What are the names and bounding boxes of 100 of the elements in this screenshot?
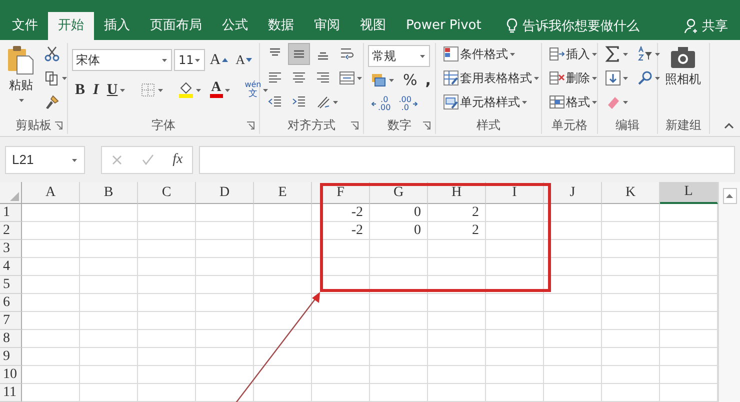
- row-header[interactable]: 11: [0, 384, 22, 402]
- empty-cell: [486, 366, 544, 384]
- collapse-ribbon-button[interactable]: [724, 122, 734, 130]
- increase-font-size-button[interactable]: A: [206, 49, 231, 71]
- empty-cell: [138, 330, 196, 348]
- row-header[interactable]: 4: [0, 258, 22, 276]
- row-header[interactable]: 5: [0, 276, 22, 294]
- color-bar-icon: [210, 94, 223, 98]
- column-header[interactable]: B: [80, 182, 138, 204]
- font-name-dropdown[interactable]: 宋体: [72, 49, 172, 71]
- dialog-launcher-icon: [422, 121, 431, 130]
- empty-cell: [602, 258, 660, 276]
- ribbon-tab[interactable]: 文件: [2, 12, 48, 40]
- row-header[interactable]: 6: [0, 294, 22, 312]
- cells-menu-button[interactable]: 插入: [546, 43, 601, 65]
- caret-icon: [61, 74, 68, 82]
- empty-cell: [602, 240, 660, 258]
- slanted-text-icon: [315, 94, 331, 110]
- table-cell: 0: [370, 222, 428, 240]
- caret-icon: [332, 98, 339, 106]
- insert-function-button[interactable]: fx: [170, 148, 186, 170]
- column-header[interactable]: K: [602, 182, 660, 204]
- bold-button[interactable]: B: [72, 79, 88, 101]
- cells-menu-button[interactable]: 格式: [546, 91, 601, 113]
- ribbon-tab[interactable]: 审阅: [304, 12, 350, 40]
- cells-menu-button[interactable]: 删除: [546, 67, 601, 89]
- empty-cell: [80, 312, 138, 330]
- tell-me-search[interactable]: 告诉我你想要做什么: [499, 12, 646, 40]
- ribbon-tab[interactable]: Power Pivot: [396, 12, 492, 40]
- column-header[interactable]: C: [138, 182, 196, 204]
- select-all-icon: [10, 192, 19, 201]
- empty-cell: [602, 204, 660, 222]
- empty-cell: [254, 204, 312, 222]
- empty-cell: [544, 312, 602, 330]
- row-header[interactable]: 10: [0, 366, 22, 384]
- style-menu-button[interactable]: 套用表格格式: [440, 67, 543, 89]
- row-header[interactable]: 9: [0, 348, 22, 366]
- column-header[interactable]: A: [22, 182, 80, 204]
- share-button[interactable]: 共享: [678, 12, 734, 40]
- empty-cell: [486, 384, 544, 402]
- empty-cell: [196, 366, 254, 384]
- empty-cell: [486, 348, 544, 366]
- ribbon-tab[interactable]: 页面布局: [140, 12, 212, 40]
- decrease-font-size-button[interactable]: A: [232, 49, 255, 71]
- table-cell: 0: [370, 204, 428, 222]
- decrease-decimal-button[interactable]: .00 .0: [396, 93, 422, 115]
- row-header[interactable]: 1: [0, 204, 22, 222]
- font-color-button[interactable]: A: [206, 79, 234, 101]
- comma-style-button[interactable]: ,: [422, 69, 434, 91]
- name-box[interactable]: L21: [5, 146, 85, 174]
- empty-cell: [80, 330, 138, 348]
- empty-cell: [312, 240, 370, 258]
- italic-button[interactable]: I: [90, 79, 102, 101]
- vertical-align-button[interactable]: [288, 43, 310, 65]
- group-label: 对齐方式: [288, 116, 336, 134]
- camera-icon: [670, 45, 696, 69]
- empty-cell: [370, 384, 428, 402]
- ribbon-tab[interactable]: 开始: [48, 12, 94, 40]
- empty-cell: [80, 204, 138, 222]
- empty-cell: [370, 330, 428, 348]
- empty-cell: [196, 204, 254, 222]
- empty-cell: [138, 294, 196, 312]
- left-arrow-icon: [371, 102, 377, 106]
- ribbon-tab[interactable]: 数据: [258, 12, 304, 40]
- row-header[interactable]: 2: [0, 222, 22, 240]
- ribbon-tab[interactable]: 视图: [350, 12, 396, 40]
- percent-button[interactable]: %: [400, 69, 420, 91]
- paste-button[interactable]: 粘贴: [4, 43, 38, 113]
- increase-decimal-button[interactable]: .0 .00: [368, 93, 394, 115]
- camera-button[interactable]: 照相机: [662, 43, 704, 113]
- row-header[interactable]: 3: [0, 240, 22, 258]
- ribbon-tab[interactable]: 公式: [212, 12, 258, 40]
- empty-cell: [196, 294, 254, 312]
- empty-cell: [138, 348, 196, 366]
- column-header[interactable]: E: [254, 182, 312, 204]
- underline-button[interactable]: U: [104, 79, 129, 101]
- style-menu-button[interactable]: 条件格式: [440, 43, 519, 65]
- empty-cell: [544, 294, 602, 312]
- column-header[interactable]: L: [660, 182, 718, 204]
- number-format-dropdown[interactable]: 常规: [368, 45, 430, 67]
- formula-input[interactable]: [199, 146, 735, 174]
- column-header[interactable]: J: [544, 182, 602, 204]
- style-menu-button[interactable]: 单元格样式: [440, 91, 531, 113]
- phonetic-button[interactable]: wén 文: [242, 79, 272, 101]
- caret-icon: [654, 74, 661, 82]
- empty-cell: [196, 312, 254, 330]
- empty-cell: [138, 384, 196, 402]
- scroll-up-button[interactable]: [722, 188, 736, 204]
- group-label: 单元格: [552, 116, 588, 134]
- empty-cell: [196, 276, 254, 294]
- empty-cell: [254, 222, 312, 240]
- group-label: 剪贴板: [16, 116, 52, 134]
- empty-cell: [428, 312, 486, 330]
- row-header[interactable]: 7: [0, 312, 22, 330]
- empty-cell: [138, 258, 196, 276]
- ribbon-tab[interactable]: 插入: [94, 12, 140, 40]
- caret-icon: [591, 50, 598, 58]
- font-size-dropdown[interactable]: 11: [174, 49, 205, 71]
- row-header[interactable]: 8: [0, 330, 22, 348]
- column-header[interactable]: D: [196, 182, 254, 204]
